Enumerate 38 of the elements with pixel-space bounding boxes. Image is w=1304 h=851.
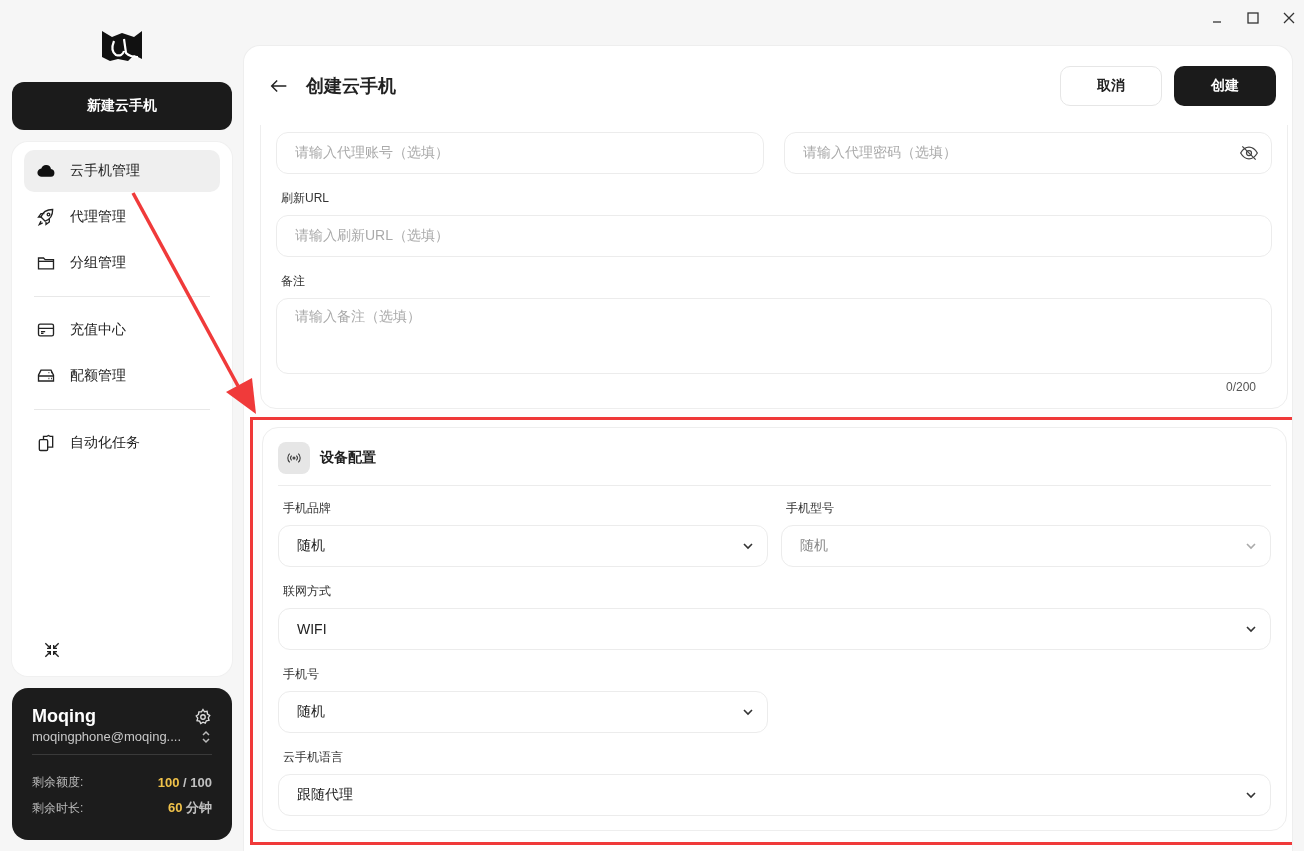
close-icon[interactable]: [1282, 11, 1296, 25]
create-button[interactable]: 创建: [1174, 65, 1276, 106]
cancel-button[interactable]: 取消: [1060, 65, 1162, 106]
stat-label: 剩余额度:: [32, 773, 84, 791]
select-field[interactable]: 随机: [278, 691, 768, 733]
stat-label: 剩余时长:: [32, 799, 84, 817]
eye-off-icon[interactable]: [1239, 143, 1259, 163]
char-counter: 0/200: [1225, 380, 1256, 394]
account-name: Moqing: [32, 706, 96, 727]
field-label: 云手机语言: [283, 749, 344, 766]
nav-item[interactable]: 分组管理: [24, 242, 220, 284]
field-label: 手机号: [283, 666, 320, 683]
field-label: 联网方式: [283, 583, 332, 600]
select-field[interactable]: WIFI: [278, 608, 1271, 650]
account-email: moqingphone@moqing....: [32, 729, 182, 744]
select-field[interactable]: 随机: [278, 525, 768, 567]
nav-item[interactable]: 配额管理: [24, 355, 220, 397]
collapse-icon[interactable]: [42, 640, 62, 660]
nav-item[interactable]: 代理管理: [24, 196, 220, 238]
stat-value: 60 分钟: [167, 799, 212, 817]
field-label: 备注: [281, 273, 306, 290]
page-title: 创建云手机: [306, 74, 396, 98]
section-title: 设备配置: [320, 449, 376, 467]
nav-item[interactable]: 自动化任务: [24, 422, 220, 464]
nav-item[interactable]: 云手机管理: [24, 150, 220, 192]
clipboard-icon: [36, 433, 56, 453]
new-phone-button[interactable]: 新建云手机: [12, 82, 232, 130]
broadcast-icon: [278, 442, 310, 474]
updown-chevron-icon[interactable]: [200, 729, 212, 744]
select-field[interactable]: 跟随代理: [278, 774, 1271, 816]
field-label: 手机品牌: [283, 500, 332, 517]
field-label: 刷新URL: [281, 190, 330, 207]
nav-item[interactable]: 充值中心: [24, 309, 220, 351]
settings-icon[interactable]: [194, 707, 212, 726]
maximize-icon[interactable]: [1246, 11, 1260, 25]
stat-value: 100 / 100: [157, 774, 212, 790]
field-label: 手机型号: [786, 500, 835, 517]
rocket-icon: [36, 207, 56, 227]
